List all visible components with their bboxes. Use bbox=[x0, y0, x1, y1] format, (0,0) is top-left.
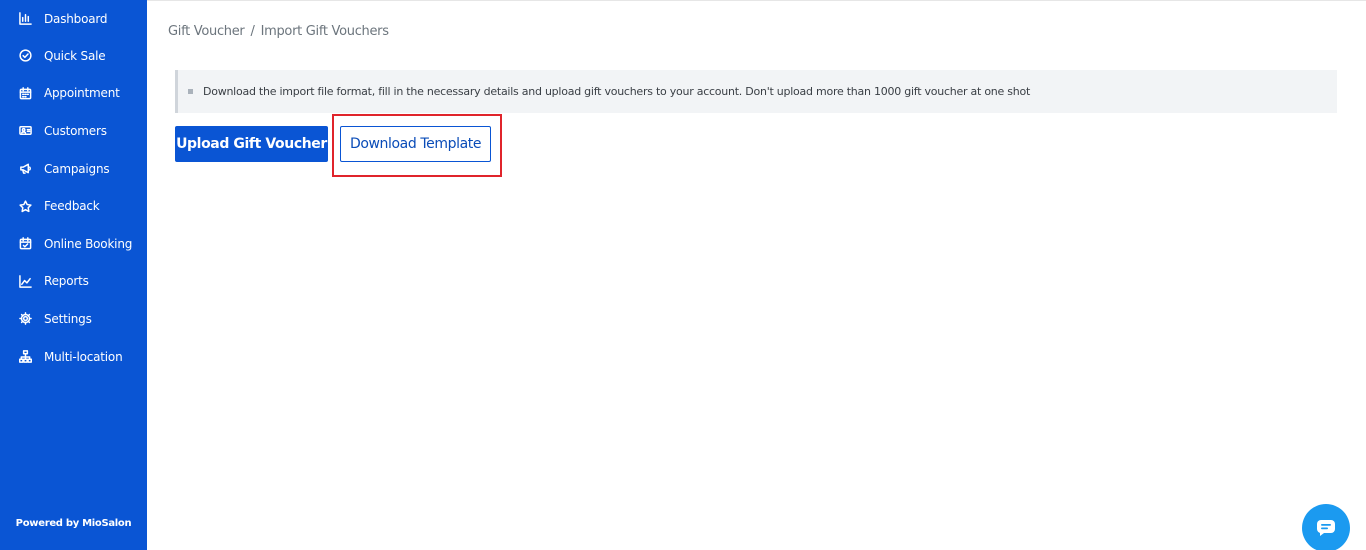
bullet-icon bbox=[188, 89, 193, 94]
breadcrumb-separator: / bbox=[250, 24, 255, 39]
sidebar-nav: Dashboard Quick Sale Appointment Custome… bbox=[0, 0, 147, 375]
upload-gift-voucher-button[interactable]: Upload Gift Voucher bbox=[175, 126, 328, 162]
star-icon bbox=[18, 199, 32, 213]
sidebar-item-label: Multi-location bbox=[44, 349, 123, 364]
sidebar-item-campaigns[interactable]: Campaigns bbox=[0, 150, 147, 188]
breadcrumb: Gift Voucher / Import Gift Vouchers bbox=[168, 24, 389, 39]
sidebar-item-label: Customers bbox=[44, 123, 107, 138]
info-text: Download the import file format, fill in… bbox=[203, 85, 1031, 98]
sidebar-item-customers[interactable]: Customers bbox=[0, 112, 147, 150]
sidebar-item-quick-sale[interactable]: Quick Sale bbox=[0, 37, 147, 75]
sidebar-item-label: Campaigns bbox=[44, 161, 110, 176]
gear-icon bbox=[18, 312, 32, 326]
sidebar-item-label: Appointment bbox=[44, 86, 120, 101]
sidebar-item-multi-location[interactable]: Multi-location bbox=[0, 338, 147, 376]
line-chart-icon bbox=[18, 274, 32, 288]
sidebar-item-feedback[interactable]: Feedback bbox=[0, 187, 147, 225]
sidebar-item-label: Quick Sale bbox=[44, 48, 106, 63]
sidebar-item-label: Reports bbox=[44, 274, 89, 289]
calendar-icon bbox=[18, 86, 32, 100]
megaphone-icon bbox=[18, 162, 32, 176]
sidebar-item-dashboard[interactable]: Dashboard bbox=[0, 0, 147, 37]
calendar-check-icon bbox=[18, 237, 32, 251]
top-divider bbox=[147, 0, 1366, 1]
sidebar-item-label: Settings bbox=[44, 311, 92, 326]
powered-by-label: Powered by MioSalon bbox=[15, 518, 132, 529]
sidebar-item-settings[interactable]: Settings bbox=[0, 300, 147, 338]
users-icon bbox=[18, 124, 32, 138]
breadcrumb-parent-link[interactable]: Gift Voucher bbox=[168, 24, 245, 39]
info-alert: Download the import file format, fill in… bbox=[175, 70, 1337, 113]
download-template-button[interactable]: Download Template bbox=[340, 126, 491, 162]
check-circle-icon bbox=[18, 49, 32, 63]
bar-chart-icon bbox=[18, 12, 32, 26]
breadcrumb-current: Import Gift Vouchers bbox=[260, 24, 389, 39]
sidebar: Dashboard Quick Sale Appointment Custome… bbox=[0, 0, 147, 550]
sidebar-item-label: Feedback bbox=[44, 199, 100, 214]
sidebar-item-label: Dashboard bbox=[44, 11, 108, 26]
chat-icon bbox=[1316, 519, 1336, 537]
sidebar-item-online-booking[interactable]: Online Booking bbox=[0, 225, 147, 263]
sidebar-item-label: Online Booking bbox=[44, 236, 133, 251]
sidebar-item-reports[interactable]: Reports bbox=[0, 263, 147, 301]
sidebar-item-appointment[interactable]: Appointment bbox=[0, 75, 147, 113]
sitemap-icon bbox=[18, 350, 32, 364]
chat-widget-button[interactable] bbox=[1302, 504, 1350, 550]
